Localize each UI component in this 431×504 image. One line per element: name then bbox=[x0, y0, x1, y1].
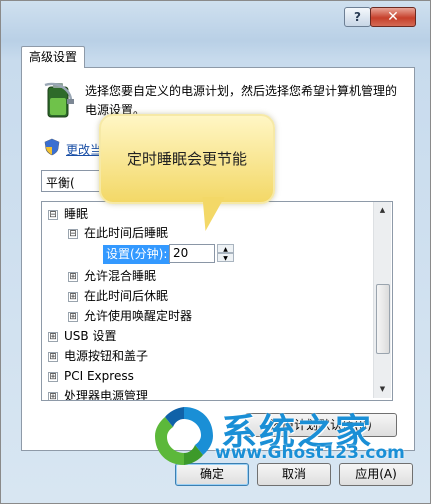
watermark-logo-icon bbox=[155, 407, 213, 465]
minutes-stepper[interactable]: ▲ ▼ bbox=[217, 244, 234, 263]
settings-tree: ⊟ 睡眠 ⊟ 在此时间后睡眠 设置(分钟): 20 ▲ ▼ ⊞ 允许混合睡眠 ⊞ 在此时… bbox=[41, 201, 393, 401]
tree-item-label: 处理器电源管理 bbox=[64, 389, 149, 401]
tree-item-pci-express[interactable]: ⊞ PCI Express bbox=[48, 366, 134, 386]
expand-icon[interactable]: ⊞ bbox=[48, 331, 58, 342]
expand-icon[interactable]: ⊞ bbox=[48, 351, 58, 362]
dialog-window: ? ✕ 高级设置 选择您要自定义的电源计划，然后选择您希望计算机管理的电源设置。… bbox=[0, 0, 431, 504]
minutes-input[interactable]: 20 bbox=[169, 244, 215, 263]
expand-icon[interactable]: ⊞ bbox=[48, 371, 58, 382]
tooltip-bubble: 定时睡眠会更节能 bbox=[99, 114, 275, 204]
expand-icon[interactable]: ⊞ bbox=[68, 271, 78, 282]
tree-item-label: 睡眠 bbox=[64, 207, 89, 221]
scroll-up-icon[interactable]: ▲ bbox=[374, 202, 391, 219]
uac-shield-icon bbox=[44, 138, 60, 156]
stepper-up-icon[interactable]: ▲ bbox=[217, 244, 234, 253]
watermark-url: www.Ghost123.com bbox=[215, 443, 405, 463]
stepper-down-icon[interactable]: ▼ bbox=[217, 253, 234, 262]
tree-item-processor-power[interactable]: ⊞ 处理器电源管理 bbox=[48, 386, 149, 401]
tab-advanced-settings[interactable]: 高级设置 bbox=[21, 46, 85, 68]
tree-item-usb-settings[interactable]: ⊞ USB 设置 bbox=[48, 326, 116, 346]
close-button[interactable]: ✕ bbox=[370, 7, 416, 27]
tree-item-label: 电源按钮和盖子 bbox=[64, 349, 149, 363]
expand-icon[interactable]: ⊞ bbox=[68, 291, 78, 302]
collapse-icon[interactable]: ⊟ bbox=[48, 209, 58, 220]
tree-item-label: 在此时间后睡眠 bbox=[84, 226, 169, 240]
scroll-down-icon[interactable]: ▼ bbox=[374, 381, 391, 398]
tree-item-hibernate-after[interactable]: ⊞ 在此时间后休眠 bbox=[68, 286, 168, 306]
tree-item-label: 在此时间后休眠 bbox=[84, 289, 169, 303]
cancel-button[interactable]: 取消 bbox=[257, 463, 331, 486]
collapse-icon[interactable]: ⊟ bbox=[68, 228, 78, 239]
tree-scrollbar[interactable]: ▲ ▼ bbox=[373, 202, 391, 398]
tree-item-power-buttons[interactable]: ⊞ 电源按钮和盖子 bbox=[48, 346, 148, 366]
tooltip-text: 定时睡眠会更节能 bbox=[126, 150, 247, 168]
expand-icon[interactable]: ⊞ bbox=[68, 311, 78, 322]
scrollbar-thumb[interactable] bbox=[376, 284, 390, 354]
tree-item-wake-timers[interactable]: ⊞ 允许使用唤醒定时器 bbox=[68, 306, 192, 326]
tree-item-label: PCI Express bbox=[64, 369, 134, 383]
tree-item-sleep-after[interactable]: ⊟ 在此时间后睡眠 bbox=[68, 223, 168, 243]
help-button[interactable]: ? bbox=[344, 7, 371, 27]
change-settings-link[interactable]: 更改当 bbox=[66, 141, 102, 158]
plan-select-value: 平衡( bbox=[46, 176, 75, 190]
tree-item-label: USB 设置 bbox=[64, 329, 117, 343]
expand-icon[interactable]: ⊞ bbox=[48, 391, 58, 400]
tree-item-label: 允许混合睡眠 bbox=[84, 269, 157, 283]
apply-button[interactable]: 应用(A) bbox=[339, 463, 413, 486]
setting-minutes-label: 设置(分钟): bbox=[103, 245, 171, 264]
tree-item-hybrid-sleep[interactable]: ⊞ 允许混合睡眠 bbox=[68, 266, 156, 286]
battery-power-icon bbox=[44, 82, 74, 118]
tree-item-label: 允许使用唤醒定时器 bbox=[84, 309, 193, 323]
tree-item-sleep[interactable]: ⊟ 睡眠 bbox=[48, 204, 88, 224]
